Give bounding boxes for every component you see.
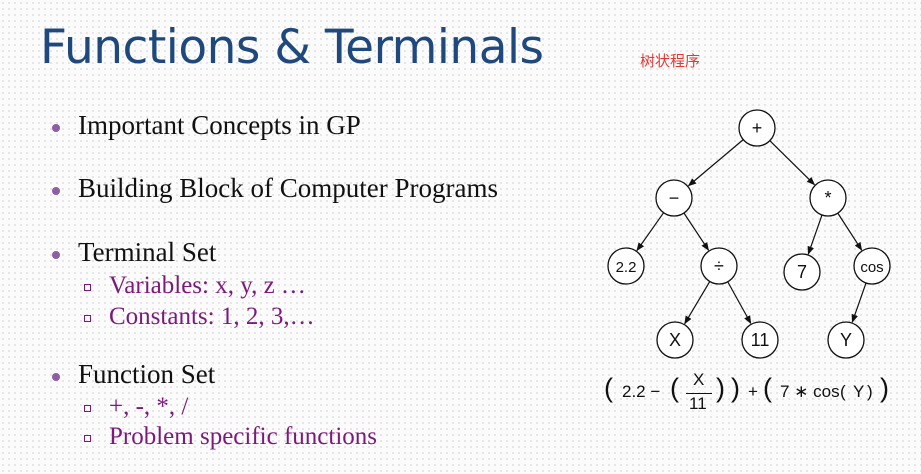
bullet-text: Terminal Set: [78, 237, 217, 267]
tree-node-label: *: [824, 188, 831, 208]
tree-node-label: 7: [797, 262, 807, 282]
bullet-dot-icon: [52, 187, 60, 195]
fraction-bar: [686, 393, 712, 394]
formula-paren: (: [840, 382, 846, 401]
tree-node-label: 2.2: [616, 259, 637, 276]
tree-node-x: X: [656, 321, 694, 359]
tree-node-y: Y: [827, 321, 865, 359]
formula-paren: (: [604, 373, 613, 403]
formula-paren: ): [731, 373, 740, 403]
tree-edge: [807, 214, 823, 255]
tree-node-label: +: [752, 118, 763, 138]
formula-paren: (: [670, 373, 679, 403]
bullet-text: Building Block of Computer Programs: [78, 173, 498, 203]
tree-edge: [684, 281, 711, 325]
sub-bullet-text: +, -, *, /: [109, 393, 189, 420]
square-bullet-icon: [84, 315, 91, 322]
expression-tree-diagram: + − * 2.2 ÷ 7 cos X 11 Y: [607, 109, 891, 359]
tree-edge: [636, 212, 665, 252]
tree-node-n22: 2.2: [607, 247, 645, 285]
tree-node-n11: 11: [741, 321, 779, 359]
tree-node-label: cos: [860, 259, 883, 276]
annotation-note: 树状程序: [640, 52, 701, 70]
tree-edge: [727, 281, 752, 325]
sub-bullet-text: Constants: 1, 2, 3,…: [109, 303, 315, 330]
bullet-dot-icon: [52, 124, 60, 132]
bullet-text: Function Set: [78, 359, 216, 389]
formula-paren: ): [880, 373, 889, 403]
formula-plus: +: [748, 382, 758, 401]
bullet-dot-icon: [52, 373, 60, 381]
square-bullet-icon: [84, 405, 91, 412]
tree-edge: [687, 139, 744, 187]
tree-edge: [683, 212, 710, 251]
square-bullet-icon: [84, 435, 91, 442]
formula-term: 2.2 −: [622, 382, 661, 401]
formula-numerator: X: [693, 370, 705, 389]
tree-node-label: −: [669, 188, 680, 208]
square-bullet-icon: [84, 284, 91, 291]
tree-edge: [769, 140, 816, 186]
tree-node-label: Y: [840, 330, 852, 350]
tree-node-plus: +: [738, 109, 776, 147]
tree-node-cos: cos: [853, 247, 891, 285]
formula-paren: (: [763, 373, 772, 403]
tree-edge: [851, 282, 867, 323]
tree-node-minus: −: [655, 179, 693, 217]
slide-title: Functions & Terminals: [40, 20, 544, 75]
formula-paren: ): [716, 373, 725, 403]
bullet-text: Important Concepts in GP: [78, 110, 361, 140]
sub-bullet-text: Problem specific functions: [109, 423, 377, 450]
tree-node-n7: 7: [783, 253, 821, 291]
formula-denominator: 11: [689, 394, 707, 413]
tree-edge: [837, 212, 863, 251]
formula-term: 7 ∗ cos: [780, 382, 840, 401]
formula-paren: ): [867, 382, 873, 401]
tree-node-label: X: [669, 330, 681, 350]
bullet-dot-icon: [52, 251, 60, 259]
formula-var: Y: [853, 382, 865, 401]
sub-bullet-text: Variables: x, y, z …: [109, 272, 306, 299]
tree-node-label: ÷: [714, 256, 724, 276]
tree-node-div: ÷: [700, 247, 738, 285]
tree-node-times: *: [809, 179, 847, 217]
tree-node-label: 11: [751, 330, 770, 350]
